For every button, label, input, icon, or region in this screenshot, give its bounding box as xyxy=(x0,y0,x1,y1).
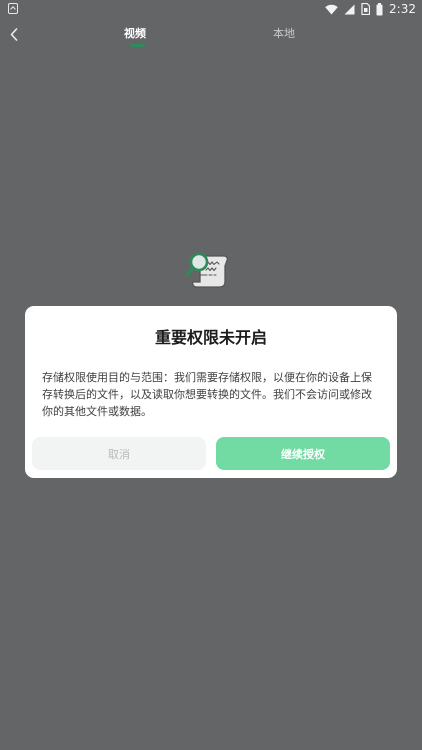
status-bar: 2:32 xyxy=(0,0,422,18)
chevron-left-icon xyxy=(10,27,18,41)
tab-video[interactable]: 视频 xyxy=(124,27,146,41)
dialog-message: 存储权限使用目的与范围：我们需要存储权限，以便在你的设备上保存转换后的文件，以及… xyxy=(42,371,372,418)
tab-local[interactable]: 本地 xyxy=(273,27,295,41)
tab-active-indicator xyxy=(130,44,145,47)
continue-authorize-button[interactable]: 继续授权 xyxy=(216,437,390,470)
wifi-icon xyxy=(325,4,338,14)
top-nav: 视频 本地 xyxy=(0,18,422,54)
status-icons: 2:32 xyxy=(325,1,416,17)
permission-dialog: 重要权限未开启 存储权限使用目的与范围：我们需要存储权限，以便在你的设备上保存转… xyxy=(25,306,397,478)
status-time: 2:32 xyxy=(389,2,416,16)
dialog-title: 重要权限未开启 xyxy=(154,328,267,347)
sim-icon xyxy=(361,3,371,15)
cancel-button[interactable]: 取消 xyxy=(32,437,206,470)
signal-icon xyxy=(344,4,355,14)
app-notification-icon xyxy=(8,3,18,14)
battery-icon xyxy=(376,2,383,15)
document-search-icon xyxy=(185,252,228,288)
back-button[interactable] xyxy=(4,22,24,46)
